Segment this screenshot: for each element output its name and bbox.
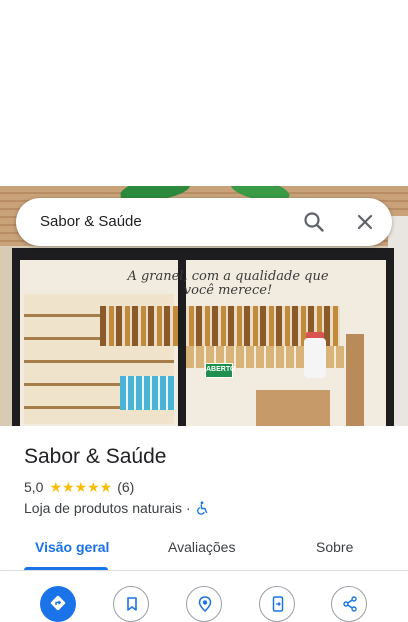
separator: · xyxy=(186,500,191,516)
wheelchair-accessible-icon xyxy=(195,501,209,515)
rating-row[interactable]: 5,0 ★★★★★ (6) xyxy=(24,479,134,495)
search-input[interactable]: Sabor & Saúde xyxy=(40,213,142,231)
nearby-button[interactable] xyxy=(186,586,222,622)
star-rating-icon: ★★★★★ xyxy=(49,479,113,495)
divider xyxy=(0,570,408,571)
search-icon[interactable] xyxy=(300,208,328,236)
nearby-icon xyxy=(198,596,212,613)
review-count[interactable]: (6) xyxy=(117,479,134,495)
search-bar[interactable]: Sabor & Saúde xyxy=(16,198,392,246)
water-jug xyxy=(304,338,326,378)
product-cans xyxy=(120,376,175,410)
category-row: Loja de produtos naturais · xyxy=(24,499,209,517)
bookmark-icon xyxy=(127,597,137,611)
save-button[interactable] xyxy=(113,586,149,622)
place-title: Sabor & Saúde xyxy=(24,445,167,468)
share-icon xyxy=(343,596,357,612)
tab-reviews[interactable]: Avaliações xyxy=(168,538,235,556)
send-to-phone-icon xyxy=(272,596,284,612)
place-category: Loja de produtos naturais xyxy=(24,500,182,516)
share-button[interactable] xyxy=(331,586,367,622)
directions-icon xyxy=(50,595,66,611)
tab-overview[interactable]: Visão geral xyxy=(35,538,109,556)
open-sign: ABERTO xyxy=(205,363,235,378)
tab-about[interactable]: Sobre xyxy=(316,538,353,556)
window-lettering: A granel, com a qualidade que você merec… xyxy=(127,269,329,298)
blank-map-area xyxy=(0,0,408,186)
wood-panel xyxy=(346,334,364,426)
close-icon[interactable] xyxy=(351,208,379,236)
rating-value: 5,0 xyxy=(24,479,44,495)
directions-button[interactable] xyxy=(40,586,76,622)
send-to-phone-button[interactable] xyxy=(259,586,295,622)
counter xyxy=(256,390,330,426)
